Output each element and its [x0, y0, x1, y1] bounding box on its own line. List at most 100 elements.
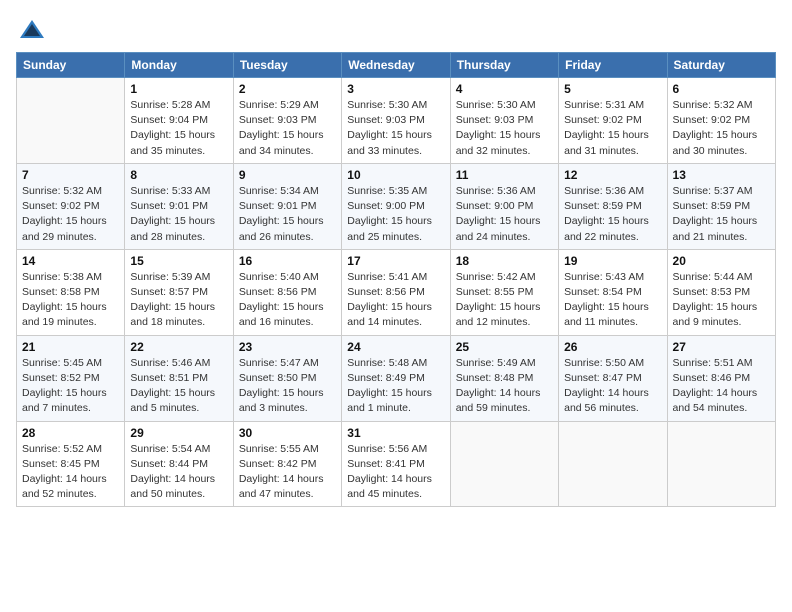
day-number: 19 — [564, 254, 661, 268]
day-detail: Sunrise: 5:32 AMSunset: 9:02 PMDaylight:… — [673, 98, 770, 159]
day-number: 13 — [673, 168, 770, 182]
day-number: 3 — [347, 82, 444, 96]
day-number: 16 — [239, 254, 336, 268]
day-number: 29 — [130, 426, 227, 440]
calendar-day-header: Thursday — [450, 53, 558, 78]
calendar-cell: 18 Sunrise: 5:42 AMSunset: 8:55 PMDayligh… — [450, 249, 558, 335]
day-detail: Sunrise: 5:55 AMSunset: 8:42 PMDaylight:… — [239, 442, 336, 503]
calendar-cell: 28 Sunrise: 5:52 AMSunset: 8:45 PMDayligh… — [17, 421, 125, 507]
calendar-day-header: Tuesday — [233, 53, 341, 78]
day-detail: Sunrise: 5:41 AMSunset: 8:56 PMDaylight:… — [347, 270, 444, 331]
calendar-cell: 14 Sunrise: 5:38 AMSunset: 8:58 PMDayligh… — [17, 249, 125, 335]
day-number: 4 — [456, 82, 553, 96]
day-number: 27 — [673, 340, 770, 354]
calendar-week-row: 21 Sunrise: 5:45 AMSunset: 8:52 PMDayligh… — [17, 335, 776, 421]
day-number: 7 — [22, 168, 119, 182]
calendar-cell: 25 Sunrise: 5:49 AMSunset: 8:48 PMDayligh… — [450, 335, 558, 421]
day-number: 10 — [347, 168, 444, 182]
day-number: 25 — [456, 340, 553, 354]
page-header — [16, 16, 776, 44]
calendar-cell: 29 Sunrise: 5:54 AMSunset: 8:44 PMDayligh… — [125, 421, 233, 507]
calendar-cell: 3 Sunrise: 5:30 AMSunset: 9:03 PMDaylight… — [342, 78, 450, 164]
day-detail: Sunrise: 5:39 AMSunset: 8:57 PMDaylight:… — [130, 270, 227, 331]
calendar-day-header: Saturday — [667, 53, 775, 78]
day-number: 6 — [673, 82, 770, 96]
calendar-cell: 22 Sunrise: 5:46 AMSunset: 8:51 PMDayligh… — [125, 335, 233, 421]
calendar-week-row: 7 Sunrise: 5:32 AMSunset: 9:02 PMDaylight… — [17, 163, 776, 249]
day-detail: Sunrise: 5:51 AMSunset: 8:46 PMDaylight:… — [673, 356, 770, 417]
calendar-cell: 8 Sunrise: 5:33 AMSunset: 9:01 PMDaylight… — [125, 163, 233, 249]
calendar-cell: 2Sunrise: 5:29 AMSunset: 9:03 PMDaylight… — [233, 78, 341, 164]
day-detail: Sunrise: 5:31 AMSunset: 9:02 PMDaylight:… — [564, 98, 661, 159]
day-number: 18 — [456, 254, 553, 268]
calendar-week-row: 1Sunrise: 5:28 AMSunset: 9:04 PMDaylight… — [17, 78, 776, 164]
calendar-cell: 17 Sunrise: 5:41 AMSunset: 8:56 PMDayligh… — [342, 249, 450, 335]
calendar-cell: 24 Sunrise: 5:48 AMSunset: 8:49 PMDayligh… — [342, 335, 450, 421]
day-number: 9 — [239, 168, 336, 182]
calendar-cell: 7 Sunrise: 5:32 AMSunset: 9:02 PMDaylight… — [17, 163, 125, 249]
calendar-day-header: Friday — [559, 53, 667, 78]
day-number: 26 — [564, 340, 661, 354]
day-detail: Sunrise: 5:48 AMSunset: 8:49 PMDaylight:… — [347, 356, 444, 417]
day-detail: Sunrise: 5:47 AMSunset: 8:50 PMDaylight:… — [239, 356, 336, 417]
day-number: 1 — [130, 82, 227, 96]
calendar-cell: 4 Sunrise: 5:30 AMSunset: 9:03 PMDaylight… — [450, 78, 558, 164]
day-number: 24 — [347, 340, 444, 354]
day-number: 5 — [564, 82, 661, 96]
day-detail: Sunrise: 5:54 AMSunset: 8:44 PMDaylight:… — [130, 442, 227, 503]
calendar-cell: 9 Sunrise: 5:34 AMSunset: 9:01 PMDaylight… — [233, 163, 341, 249]
day-number: 12 — [564, 168, 661, 182]
day-number: 20 — [673, 254, 770, 268]
day-detail: Sunrise: 5:38 AMSunset: 8:58 PMDaylight:… — [22, 270, 119, 331]
calendar-cell: 5 Sunrise: 5:31 AMSunset: 9:02 PMDaylight… — [559, 78, 667, 164]
day-detail: Sunrise: 5:37 AMSunset: 8:59 PMDaylight:… — [673, 184, 770, 245]
day-detail: Sunrise: 5:49 AMSunset: 8:48 PMDaylight:… — [456, 356, 553, 417]
day-detail: Sunrise: 5:45 AMSunset: 8:52 PMDaylight:… — [22, 356, 119, 417]
day-detail: Sunrise: 5:32 AMSunset: 9:02 PMDaylight:… — [22, 184, 119, 245]
calendar-cell: 30 Sunrise: 5:55 AMSunset: 8:42 PMDayligh… — [233, 421, 341, 507]
day-detail: Sunrise: 5:33 AMSunset: 9:01 PMDaylight:… — [130, 184, 227, 245]
calendar-cell: 15 Sunrise: 5:39 AMSunset: 8:57 PMDayligh… — [125, 249, 233, 335]
calendar-day-header: Wednesday — [342, 53, 450, 78]
calendar-cell: 26Sunrise: 5:50 AMSunset: 8:47 PMDayligh… — [559, 335, 667, 421]
calendar-cell: 27 Sunrise: 5:51 AMSunset: 8:46 PMDayligh… — [667, 335, 775, 421]
day-number: 30 — [239, 426, 336, 440]
day-number: 15 — [130, 254, 227, 268]
calendar-cell — [667, 421, 775, 507]
calendar-cell: 12Sunrise: 5:36 AMSunset: 8:59 PMDayligh… — [559, 163, 667, 249]
day-number: 21 — [22, 340, 119, 354]
calendar-cell: 20 Sunrise: 5:44 AMSunset: 8:53 PMDayligh… — [667, 249, 775, 335]
calendar-day-header: Sunday — [17, 53, 125, 78]
calendar-cell: 23 Sunrise: 5:47 AMSunset: 8:50 PMDayligh… — [233, 335, 341, 421]
day-number: 14 — [22, 254, 119, 268]
day-detail: Sunrise: 5:40 AMSunset: 8:56 PMDaylight:… — [239, 270, 336, 331]
day-detail: Sunrise: 5:30 AMSunset: 9:03 PMDaylight:… — [456, 98, 553, 159]
calendar-cell: 31Sunrise: 5:56 AMSunset: 8:41 PMDayligh… — [342, 421, 450, 507]
day-detail: Sunrise: 5:43 AMSunset: 8:54 PMDaylight:… — [564, 270, 661, 331]
day-number: 17 — [347, 254, 444, 268]
day-detail: Sunrise: 5:44 AMSunset: 8:53 PMDaylight:… — [673, 270, 770, 331]
calendar-cell: 6 Sunrise: 5:32 AMSunset: 9:02 PMDaylight… — [667, 78, 775, 164]
day-detail: Sunrise: 5:46 AMSunset: 8:51 PMDaylight:… — [130, 356, 227, 417]
calendar-cell: 11Sunrise: 5:36 AMSunset: 9:00 PMDayligh… — [450, 163, 558, 249]
day-detail: Sunrise: 5:42 AMSunset: 8:55 PMDaylight:… — [456, 270, 553, 331]
day-detail: Sunrise: 5:52 AMSunset: 8:45 PMDaylight:… — [22, 442, 119, 503]
calendar-header-row: SundayMondayTuesdayWednesdayThursdayFrid… — [17, 53, 776, 78]
logo — [16, 16, 46, 44]
day-number: 22 — [130, 340, 227, 354]
day-detail: Sunrise: 5:34 AMSunset: 9:01 PMDaylight:… — [239, 184, 336, 245]
calendar-cell: 19 Sunrise: 5:43 AMSunset: 8:54 PMDayligh… — [559, 249, 667, 335]
day-number: 2 — [239, 82, 336, 96]
day-number: 28 — [22, 426, 119, 440]
calendar-cell — [17, 78, 125, 164]
day-detail: Sunrise: 5:35 AMSunset: 9:00 PMDaylight:… — [347, 184, 444, 245]
calendar-week-row: 28 Sunrise: 5:52 AMSunset: 8:45 PMDayligh… — [17, 421, 776, 507]
day-detail: Sunrise: 5:30 AMSunset: 9:03 PMDaylight:… — [347, 98, 444, 159]
calendar-cell: 1Sunrise: 5:28 AMSunset: 9:04 PMDaylight… — [125, 78, 233, 164]
calendar-cell: 16 Sunrise: 5:40 AMSunset: 8:56 PMDayligh… — [233, 249, 341, 335]
calendar-cell — [559, 421, 667, 507]
day-detail: Sunrise: 5:36 AMSunset: 9:00 PMDaylight:… — [456, 184, 553, 245]
day-number: 23 — [239, 340, 336, 354]
day-number: 8 — [130, 168, 227, 182]
calendar-table: SundayMondayTuesdayWednesdayThursdayFrid… — [16, 52, 776, 507]
